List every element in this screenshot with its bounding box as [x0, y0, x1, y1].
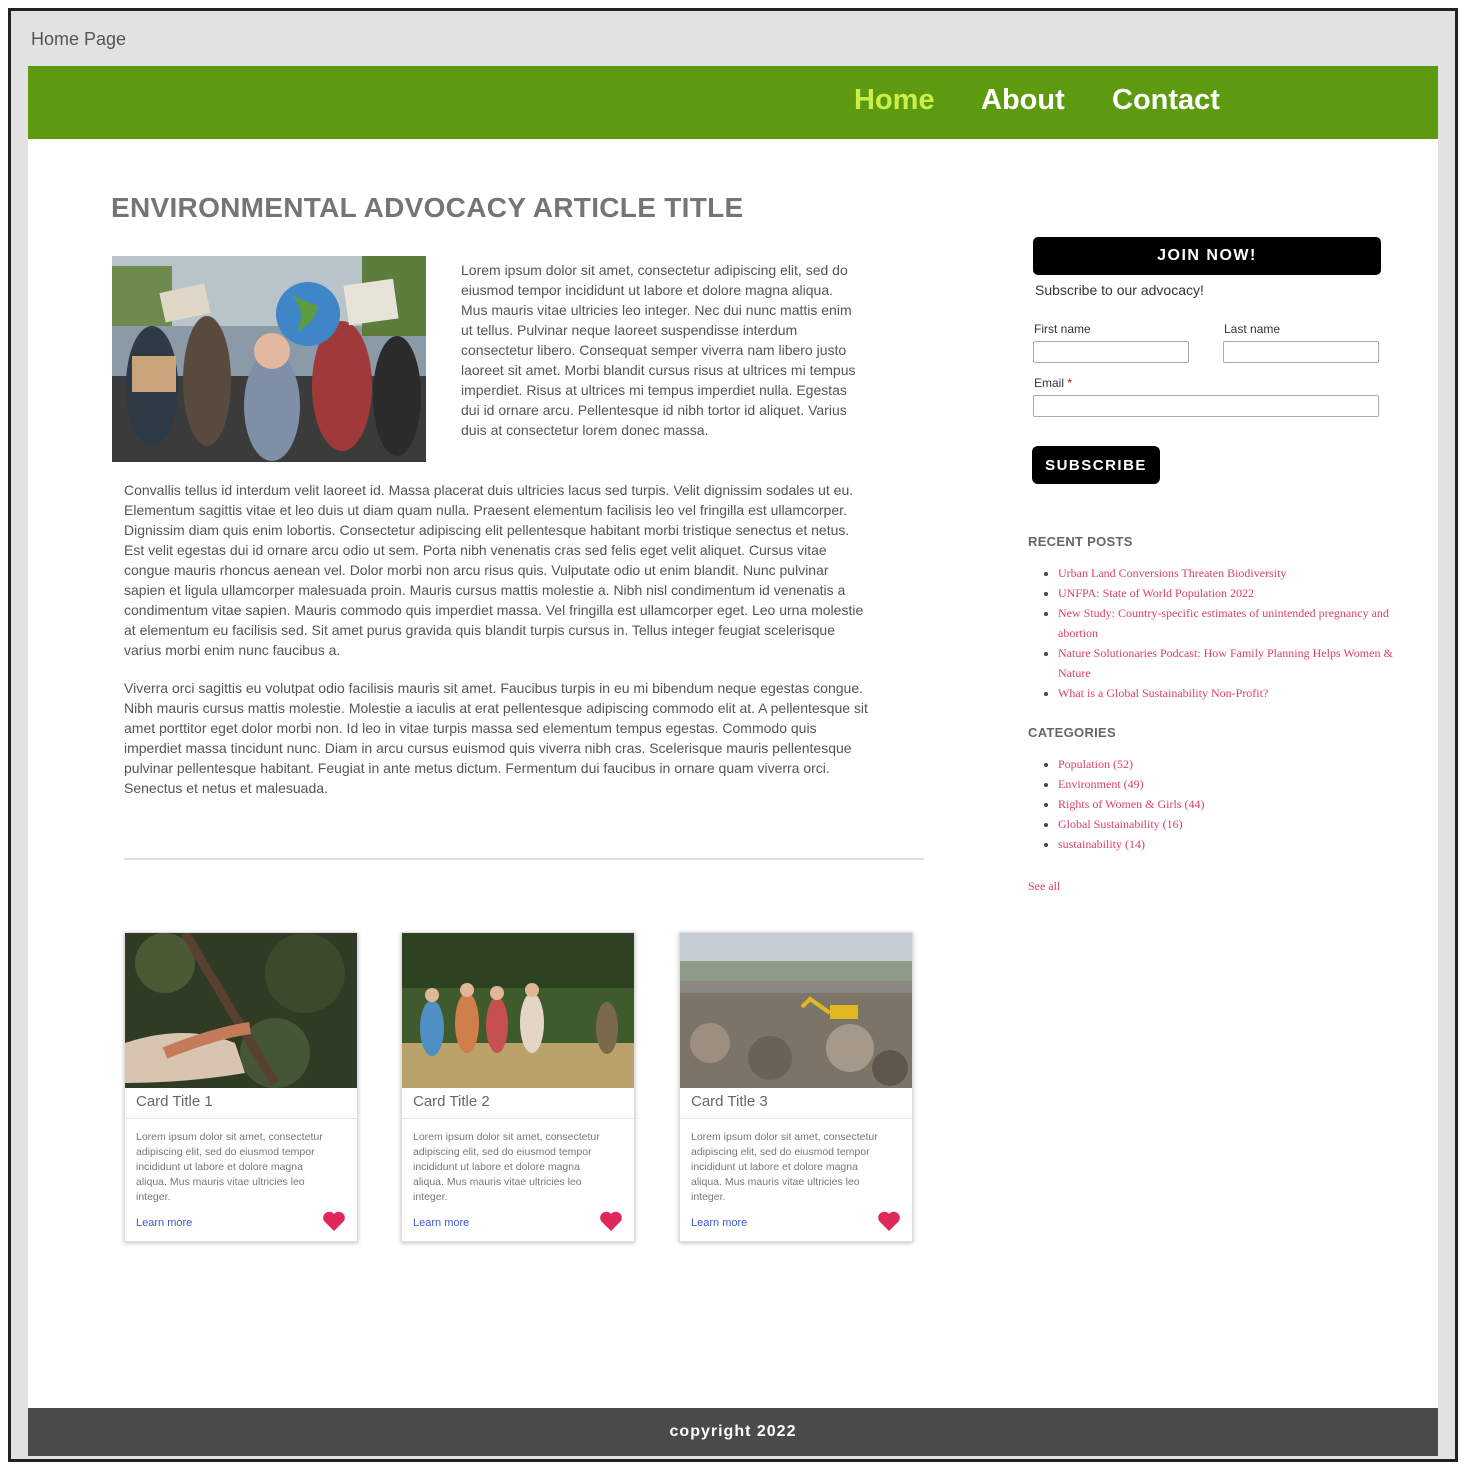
content-divider: [124, 858, 924, 860]
top-navbar: Home About Contact: [28, 66, 1438, 139]
nav-contact-link[interactable]: Contact: [1112, 84, 1220, 117]
list-item: Urban Land Conversions Threaten Biodiver…: [1058, 563, 1428, 583]
recent-posts-heading: RECENT POSTS: [1028, 534, 1133, 549]
list-item: What is a Global Sustainability Non-Prof…: [1058, 683, 1428, 703]
footer-copyright: copyright 2022: [28, 1408, 1438, 1456]
recent-post-link[interactable]: Urban Land Conversions Threaten Biodiver…: [1058, 566, 1286, 580]
card-3-image: [680, 933, 912, 1088]
list-item: sustainability (14): [1058, 834, 1428, 854]
last-name-field[interactable]: [1223, 341, 1379, 363]
card-3-title: Card Title 3: [691, 1093, 768, 1110]
nav-home-link[interactable]: Home: [854, 84, 935, 117]
browser-frame: Home Page Home About Contact ENVIRONMENT…: [8, 8, 1458, 1462]
categories-list: Population (52) Environment (49) Rights …: [1038, 754, 1428, 854]
last-name-label: Last name: [1224, 322, 1281, 336]
card-1-title: Card Title 1: [136, 1093, 213, 1110]
protest-image: [112, 256, 426, 462]
card-1-learn-more-link[interactable]: Learn more: [136, 1217, 192, 1229]
first-name-field[interactable]: [1033, 341, 1189, 363]
email-label-text: Email: [1034, 376, 1065, 390]
recent-posts-list: Urban Land Conversions Threaten Biodiver…: [1038, 563, 1428, 703]
article-paragraph-2: Viverra orci sagittis eu volutpat odio f…: [124, 680, 868, 796]
categories-heading: CATEGORIES: [1028, 725, 1116, 740]
recent-post-link[interactable]: Nature Solutionaries Podcast: How Family…: [1058, 646, 1393, 680]
recent-post-link[interactable]: UNFPA: State of World Population 2022: [1058, 586, 1254, 600]
card-1: Card Title 1 Lorem ipsum dolor sit amet,…: [124, 932, 358, 1242]
heart-icon[interactable]: [599, 1210, 623, 1232]
list-item: Global Sustainability (16): [1058, 814, 1428, 834]
subscribe-subtitle: Subscribe to our advocacy!: [1035, 282, 1204, 298]
card-1-image: [125, 933, 357, 1088]
list-item: Population (52): [1058, 754, 1428, 774]
card-2: Card Title 2 Lorem ipsum dolor sit amet,…: [401, 932, 635, 1242]
see-all-link[interactable]: See all: [1028, 879, 1060, 894]
join-now-button[interactable]: JOIN NOW!: [1033, 237, 1381, 275]
category-link[interactable]: Population (52): [1058, 757, 1133, 771]
heart-icon[interactable]: [322, 1210, 346, 1232]
card-2-title: Card Title 2: [413, 1093, 490, 1110]
category-link[interactable]: Global Sustainability (16): [1058, 817, 1183, 831]
card-2-image: [402, 933, 634, 1088]
card-separator: [680, 1118, 912, 1119]
card-separator: [125, 1118, 357, 1119]
nav-about-link[interactable]: About: [981, 84, 1065, 117]
subscribe-button[interactable]: SUBSCRIBE: [1032, 446, 1160, 484]
first-name-label: First name: [1034, 322, 1091, 336]
heart-icon[interactable]: [877, 1210, 901, 1232]
category-link[interactable]: Rights of Women & Girls (44): [1058, 797, 1204, 811]
list-item: UNFPA: State of World Population 2022: [1058, 583, 1428, 603]
card-1-text: Lorem ipsum dolor sit amet, consectetur …: [136, 1131, 323, 1203]
card-3-learn-more-link[interactable]: Learn more: [691, 1217, 747, 1229]
article-title: ENVIRONMENTAL ADVOCACY ARTICLE TITLE: [111, 192, 744, 223]
category-link[interactable]: sustainability (14): [1058, 837, 1145, 851]
card-2-text: Lorem ipsum dolor sit amet, consectetur …: [413, 1131, 600, 1203]
page-tab-label: Home Page: [31, 29, 127, 49]
article-intro: Lorem ipsum dolor sit amet, consectetur …: [461, 262, 856, 438]
required-mark: *: [1067, 376, 1073, 390]
list-item: Environment (49): [1058, 774, 1428, 794]
category-link[interactable]: Environment (49): [1058, 777, 1144, 791]
recent-post-link[interactable]: New Study: Country-specific estimates of…: [1058, 606, 1389, 640]
list-item: Rights of Women & Girls (44): [1058, 794, 1428, 814]
card-3: Card Title 3 Lorem ipsum dolor sit amet,…: [679, 932, 913, 1242]
card-3-text: Lorem ipsum dolor sit amet, consectetur …: [691, 1131, 878, 1203]
email-field[interactable]: [1033, 395, 1379, 417]
recent-post-link[interactable]: What is a Global Sustainability Non-Prof…: [1058, 686, 1268, 700]
email-label: Email *: [1034, 376, 1072, 390]
card-separator: [402, 1118, 634, 1119]
article-paragraph-1: Convallis tellus id interdum velit laore…: [124, 482, 864, 658]
card-2-learn-more-link[interactable]: Learn more: [413, 1217, 469, 1229]
page-content: Home About Contact ENVIRONMENTAL ADVOCAC…: [28, 66, 1438, 1456]
list-item: New Study: Country-specific estimates of…: [1058, 603, 1428, 643]
list-item: Nature Solutionaries Podcast: How Family…: [1058, 643, 1428, 683]
